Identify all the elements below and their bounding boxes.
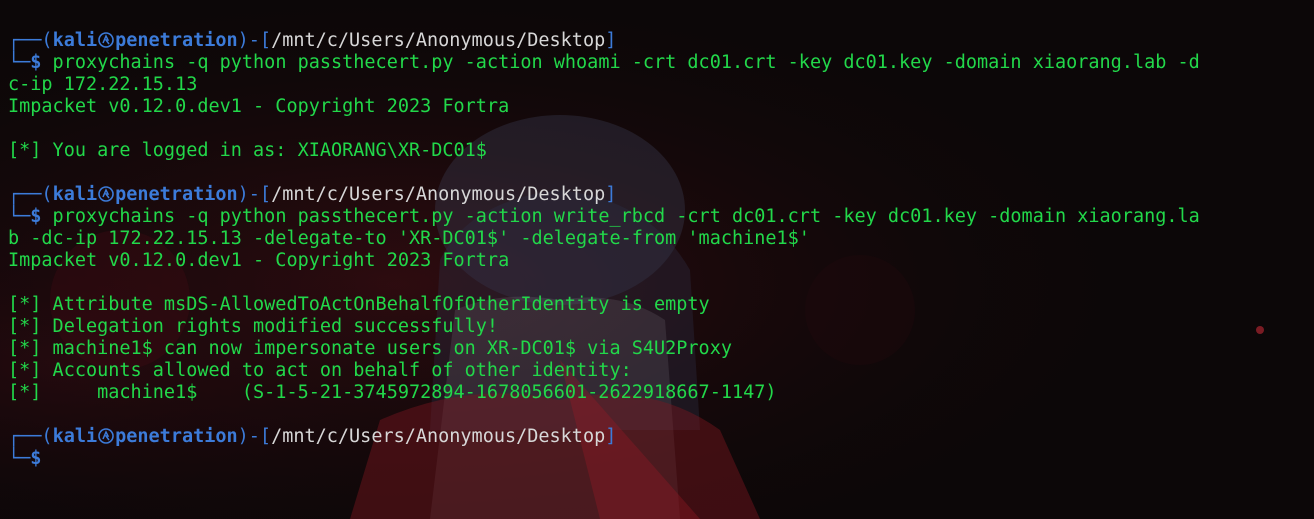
prompt-corner: └─ xyxy=(8,52,31,73)
prompt-box-open: ┌──( xyxy=(8,30,53,51)
prompt-header: ┌──(kali penetration)-[/mnt/c/Users/Anony… xyxy=(8,426,1308,448)
prompt-header: ┌──(kali penetration)-[/mnt/c/Users/Anony… xyxy=(8,30,1308,52)
prompt-dollar: $ xyxy=(30,52,42,73)
command-line[interactable]: └─$ proxychains -q python passthecert.py… xyxy=(8,206,1308,228)
command-text[interactable]: b -dc-ip 172.22.15.13 -delegate-to 'XR-D… xyxy=(8,228,810,249)
prompt-box-mid: )-[ xyxy=(237,184,272,205)
command-text[interactable]: proxychains -q python passthecert.py -ac… xyxy=(41,52,1200,73)
kali-skull-icon xyxy=(98,32,114,48)
prompt-header: ┌──(kali penetration)-[/mnt/c/Users/Anony… xyxy=(8,184,1308,206)
prompt-host: penetration xyxy=(115,30,238,51)
prompt-dollar: $ xyxy=(30,448,42,469)
output-line: [*] machine1$ can now impersonate users … xyxy=(8,338,732,359)
prompt-host: penetration xyxy=(115,426,238,447)
prompt-corner: └─ xyxy=(8,448,31,469)
prompt-path: /mnt/c/Users/Anonymous/Desktop xyxy=(271,426,606,447)
prompt-box-mid: )-[ xyxy=(237,426,272,447)
command-line[interactable]: └─$ proxychains -q python passthecert.py… xyxy=(8,52,1308,74)
prompt-host: penetration xyxy=(115,184,238,205)
prompt-box-close: ] xyxy=(605,426,617,447)
command-text[interactable]: c-ip 172.22.15.13 xyxy=(8,74,197,95)
output-line: [*] Attribute msDS-AllowedToActOnBehalfO… xyxy=(8,294,710,315)
output-line: Impacket v0.12.0.dev1 - Copyright 2023 F… xyxy=(8,250,510,271)
command-line[interactable]: └─$ xyxy=(8,448,1308,470)
prompt-box-open: ┌──( xyxy=(8,426,53,447)
command-line[interactable]: b -dc-ip 172.22.15.13 -delegate-to 'XR-D… xyxy=(8,228,1308,250)
output-line: [*] Accounts allowed to act on behalf of… xyxy=(8,360,632,381)
output-line: Impacket v0.12.0.dev1 - Copyright 2023 F… xyxy=(8,96,510,117)
command-line[interactable]: c-ip 172.22.15.13 xyxy=(8,74,1308,96)
output-line: [*] machine1$ (S-1-5-21-3745972894-16780… xyxy=(8,382,777,403)
prompt-box-close: ] xyxy=(605,184,617,205)
prompt-user: kali xyxy=(52,30,98,51)
output-line: [*] You are logged in as: XIAORANG\XR-DC… xyxy=(8,140,487,161)
command-text[interactable]: proxychains -q python passthecert.py -ac… xyxy=(41,206,1200,227)
kali-skull-icon xyxy=(98,428,114,444)
kali-skull-icon xyxy=(98,186,114,202)
prompt-corner: └─ xyxy=(8,206,31,227)
terminal-output[interactable]: ┌──(kali penetration)-[/mnt/c/Users/Anony… xyxy=(8,30,1308,470)
prompt-user: kali xyxy=(52,184,98,205)
prompt-box-close: ] xyxy=(605,30,617,51)
prompt-box-open: ┌──( xyxy=(8,184,53,205)
output-line: [*] Delegation rights modified successfu… xyxy=(8,316,499,337)
prompt-dollar: $ xyxy=(30,206,42,227)
prompt-user: kali xyxy=(52,426,98,447)
prompt-path: /mnt/c/Users/Anonymous/Desktop xyxy=(271,184,606,205)
prompt-path: /mnt/c/Users/Anonymous/Desktop xyxy=(271,30,606,51)
prompt-box-mid: )-[ xyxy=(237,30,272,51)
